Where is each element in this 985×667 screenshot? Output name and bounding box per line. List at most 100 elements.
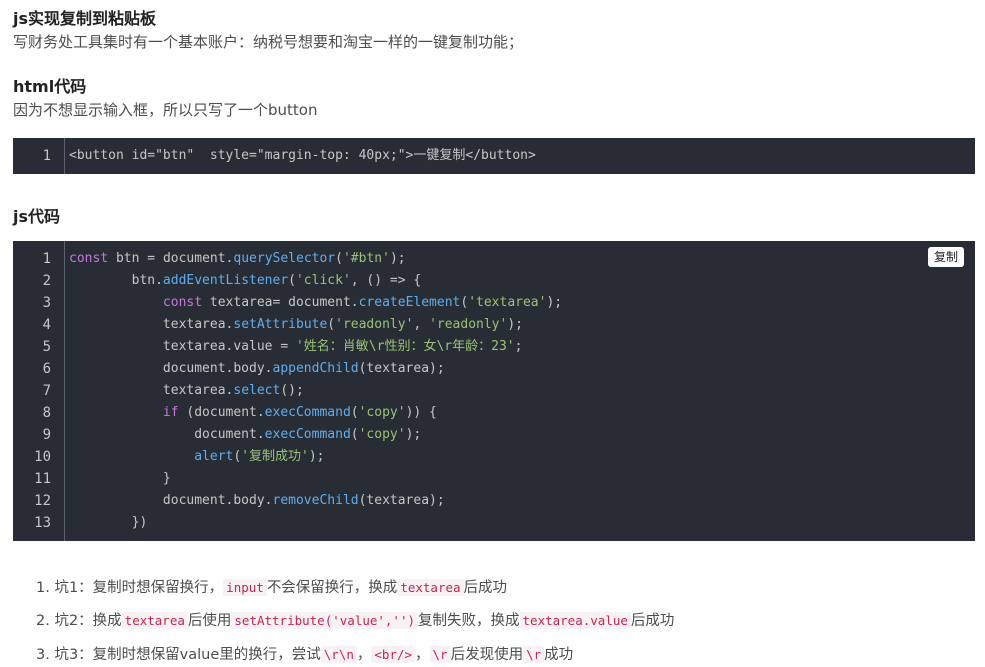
code-line: 1 const btn = document.querySelector('#bt…: [13, 248, 975, 270]
code-token: addEventListener: [162, 273, 289, 288]
note-item: 1. 坑1：复制时想保留换行， input 不会保留换行，换成 textarea 后成功: [36, 577, 507, 599]
line-number: 11: [34, 471, 51, 487]
code-text: const textarea= document.createElement('…: [69, 292, 562, 314]
code-token: (: [350, 427, 359, 442]
code-line: 13 }): [13, 512, 975, 534]
code-line: 2 btn.addEventListener('click', () => {: [13, 270, 975, 292]
code-token: querySelector: [233, 251, 336, 266]
note-text: 不会保留换行，换成: [266, 580, 398, 596]
code-token: setAttribute: [233, 317, 328, 332]
code-token: );: [389, 251, 406, 266]
code-token: );: [308, 449, 325, 464]
inline-code: input: [223, 579, 267, 596]
note-item: 3. 坑3：复制时想保留value里的换行，尝试 \r\n， <br/>， \r 后发现…: [36, 644, 573, 666]
code-token: )) {: [405, 405, 437, 420]
code-line: 11 }: [13, 468, 975, 490]
code-token: );: [546, 295, 563, 310]
inline-code: \r: [523, 646, 545, 663]
code-token: );: [507, 317, 523, 332]
code-token: execCommand: [264, 427, 351, 442]
html-section-desc: 因为不想显示输入框，所以只写了一个button: [13, 101, 318, 119]
code-token: textarea= document.: [202, 295, 359, 310]
code-token: const: [162, 295, 203, 310]
code-token: document.: [162, 251, 234, 266]
code-token: document.body.: [69, 361, 273, 376]
article-title: js实现复制到粘贴板: [13, 9, 157, 28]
line-number: 4: [42, 317, 51, 333]
code-text: }: [69, 468, 171, 490]
note-item: 2. 坑2：换成 textarea 后使用 setAttribute('value',…: [36, 610, 674, 632]
note-text: 2. 坑2：换成: [36, 613, 122, 629]
inline-code: setAttribute('value',''): [231, 612, 419, 629]
line-number: 6: [42, 361, 51, 377]
code-token: 'readonly': [335, 317, 414, 332]
code-token: (: [288, 273, 296, 288]
code-text: alert('复制成功');: [69, 446, 325, 468]
code-text: const btn = document.querySelector('#btn…: [69, 248, 406, 270]
code-text: document.execCommand('copy');: [69, 424, 421, 446]
note-text: 后成功: [630, 613, 675, 629]
code-text: document.body.appendChild(textarea);: [69, 358, 445, 380]
code-token: (: [350, 405, 359, 420]
code-token: 'textarea': [468, 295, 547, 310]
code-line: 12 document.body.removeChild(textarea);: [13, 490, 975, 512]
js-code-block: 复制 1 const btn = document.querySelector('…: [13, 241, 975, 541]
code-token: 'copy': [358, 427, 406, 442]
note-text: 成功: [544, 647, 574, 663]
line-number: 1: [42, 251, 51, 267]
code-token: document.body.: [69, 493, 273, 508]
code-token: ,: [413, 317, 430, 332]
code-token: appendChild: [272, 361, 359, 376]
code-line: 3 const textarea= document.createElement…: [13, 292, 975, 314]
html-section-heading: html代码: [13, 77, 87, 96]
note-text: 复制失败，换成: [418, 613, 520, 629]
code-text: btn.addEventListener('click', () => {: [69, 270, 422, 292]
code-text: }): [69, 512, 148, 534]
code-token: alert: [194, 449, 234, 464]
code-token: (: [335, 251, 343, 266]
code-line: 6 document.body.appendChild(textarea);: [13, 358, 975, 380]
note-text: 后使用: [187, 613, 232, 629]
code-token: ();: [280, 383, 304, 398]
line-number: 10: [34, 449, 51, 465]
code-token: createElement: [358, 295, 461, 310]
line-number: 3: [42, 295, 51, 311]
code-token: (document.: [178, 405, 265, 420]
inline-code: <br/>: [371, 646, 416, 663]
code-text: document.body.removeChild(textarea);: [69, 490, 445, 512]
note-text: ，: [415, 647, 430, 663]
note-text: 后成功: [463, 580, 508, 596]
line-number: 12: [34, 493, 51, 509]
note-text: 3. 坑3：复制时想保留value里的换行，尝试: [36, 647, 321, 663]
code-line: 9 document.execCommand('copy');: [13, 424, 975, 446]
code-token: if: [162, 405, 179, 420]
note-text: 1. 坑1：复制时想保留换行，: [36, 580, 224, 596]
code-token: 'readonly': [429, 317, 508, 332]
code-token: (textarea);: [358, 493, 445, 508]
code-line: 5 textarea.value = '姓名：肖敏\r性别：女\r年龄：23';: [13, 336, 975, 358]
html-code-block: 1 <button id="btn" style="margin-top: 40…: [13, 138, 975, 174]
code-text: textarea.select();: [69, 380, 304, 402]
intro-text: 写财务处工具集时有一个基本账户：纳税号想要和淘宝一样的一键复制功能；: [13, 33, 524, 51]
code-token: document.: [69, 427, 265, 442]
code-token: removeChild: [272, 493, 359, 508]
note-text: 后发现使用: [450, 647, 524, 663]
code-line: 8 if (document.execCommand('copy')) {: [13, 402, 975, 424]
code-token: btn =: [108, 251, 163, 266]
code-token: );: [405, 427, 422, 442]
code-line: 7 textarea.select();: [13, 380, 975, 402]
code-text: textarea.value = '姓名：肖敏\r性别：女\r年龄：23';: [69, 336, 523, 358]
code-token: (: [327, 317, 336, 332]
js-section-heading: js代码: [13, 207, 61, 226]
line-number: 1: [42, 148, 51, 164]
code-text: textarea.setAttribute('readonly', 'reado…: [69, 314, 523, 336]
code-token: btn.: [69, 273, 163, 288]
code-token: const: [69, 251, 109, 266]
inline-code: textarea.value: [519, 612, 631, 629]
code-token: 'click': [295, 273, 351, 288]
code-token: ;: [514, 339, 523, 354]
code-token: (textarea);: [358, 361, 445, 376]
